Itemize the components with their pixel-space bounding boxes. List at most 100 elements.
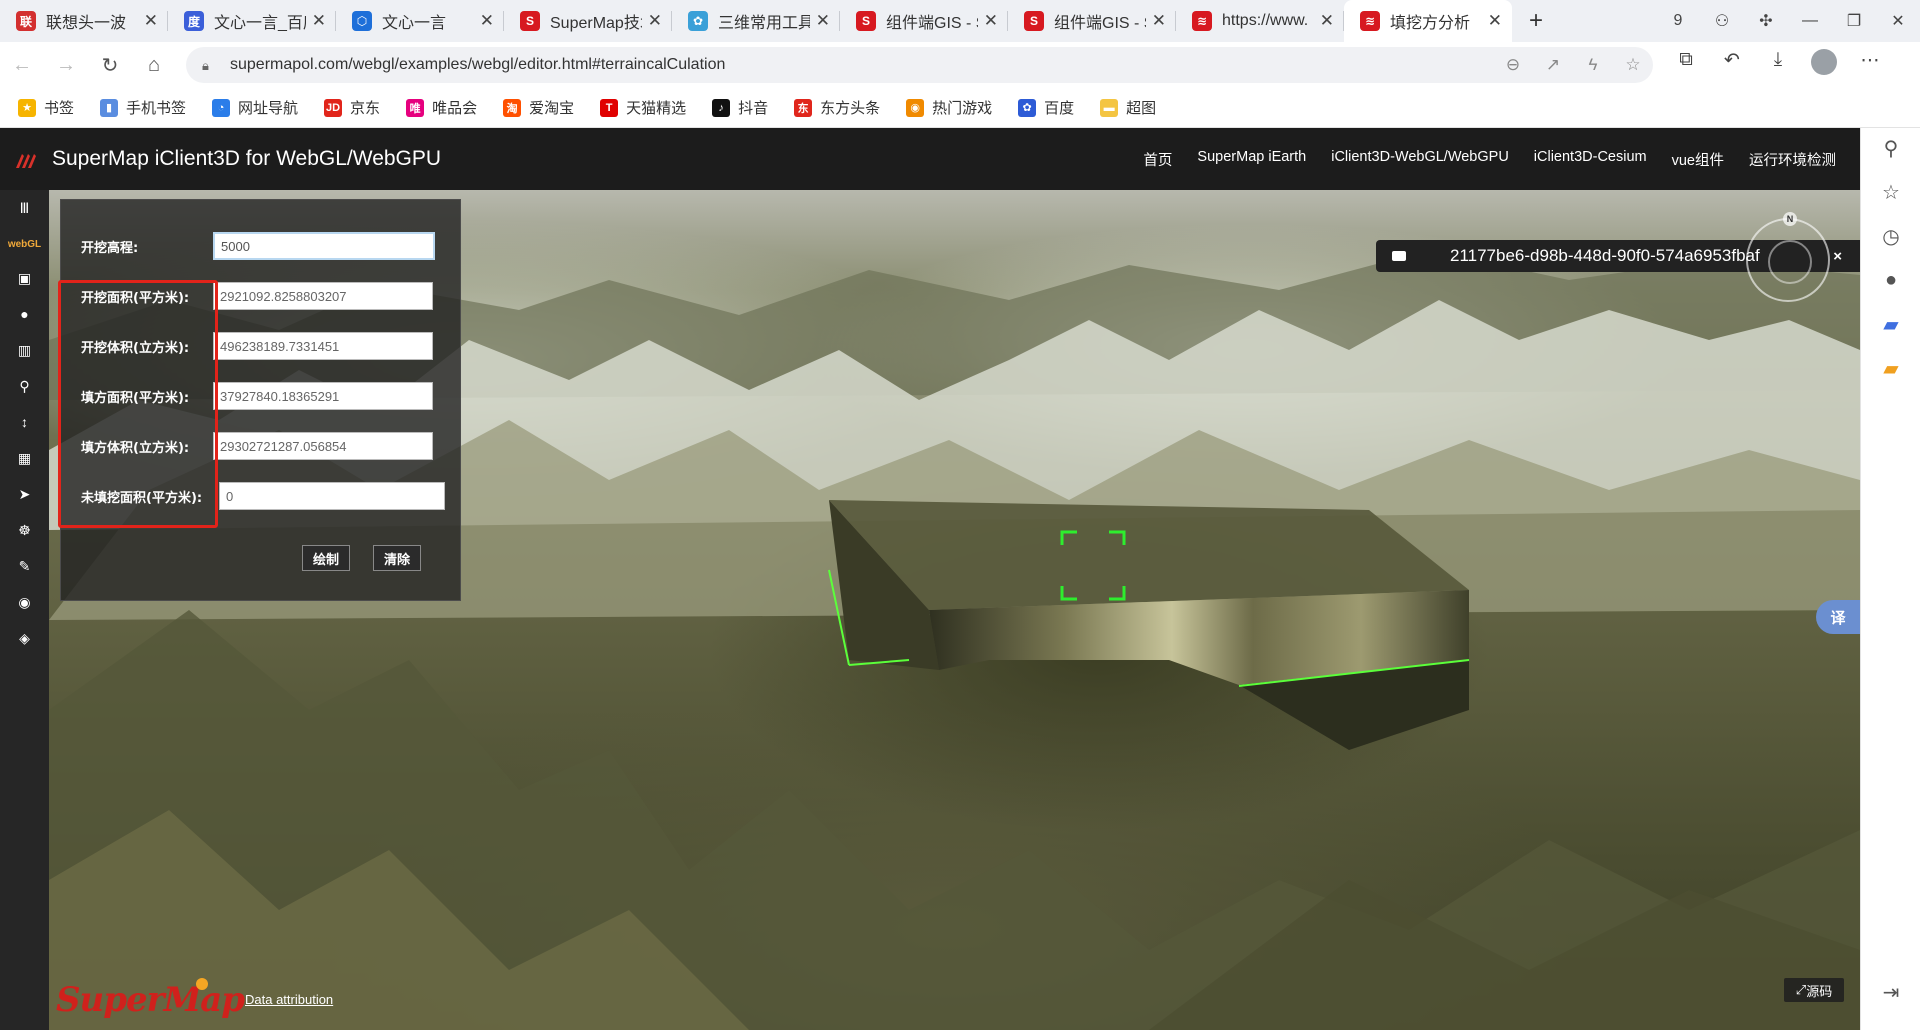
- browser-tab[interactable]: ⬡ 文心一言 ✕: [336, 0, 504, 42]
- browser-tab[interactable]: ≋ 填挖方分析 ✕: [1344, 0, 1512, 42]
- undo-history-icon[interactable]: ↶: [1709, 49, 1755, 81]
- tab-close-icon[interactable]: ✕: [1488, 11, 1502, 31]
- expand-icon: ⤢: [1795, 982, 1807, 997]
- bookmark-item[interactable]: ▮ 手机书签: [100, 97, 186, 118]
- browser-tab[interactable]: S 组件端GIS - S ✕: [1008, 0, 1176, 42]
- excavation-elevation-input[interactable]: [213, 232, 435, 260]
- excavation-volume-field[interactable]: [213, 332, 433, 360]
- tab-favicon-icon: ✿: [688, 11, 708, 31]
- data-attribution-link[interactable]: Data attribution: [245, 992, 333, 1007]
- refresh-icon[interactable]: ↻: [88, 53, 132, 78]
- nav-link[interactable]: SuperMap iEarth: [1197, 149, 1306, 170]
- more-menu-icon[interactable]: ⋯: [1847, 49, 1893, 81]
- globe-icon[interactable]: ●: [0, 300, 49, 328]
- zoom-icon[interactable]: ⊖: [1493, 55, 1533, 75]
- home-icon[interactable]: ⌂: [132, 54, 176, 77]
- tab-close-icon[interactable]: ✕: [144, 11, 158, 31]
- bookmark-item[interactable]: ◔ 网址导航: [212, 97, 298, 118]
- games-controller-icon[interactable]: ▰: [1875, 308, 1907, 340]
- tab-close-icon[interactable]: ✕: [648, 11, 662, 31]
- eye-icon[interactable]: ◉: [0, 588, 49, 616]
- search-icon[interactable]: ⚲: [1875, 132, 1907, 164]
- collapse-sidebar-icon[interactable]: ⇥: [1875, 976, 1907, 1008]
- bookmark-item[interactable]: ✿ 百度: [1018, 97, 1074, 118]
- search-icon[interactable]: ⚲: [0, 372, 49, 400]
- tab-title: 三维常用工具: [718, 15, 810, 32]
- bookmark-icon: ▮: [100, 98, 119, 117]
- tab-count-badge[interactable]: 9: [1656, 12, 1700, 30]
- tab-close-icon[interactable]: ✕: [1320, 11, 1334, 31]
- bookmark-item[interactable]: ▬ 超图: [1100, 97, 1156, 118]
- forward-icon[interactable]: →: [44, 54, 88, 77]
- layer-icon[interactable]: ▣: [0, 264, 49, 292]
- building-icon[interactable]: ▥: [0, 336, 49, 364]
- tab-close-icon[interactable]: ✕: [816, 11, 830, 31]
- cluster-icon[interactable]: ☸: [0, 516, 49, 544]
- close-icon[interactable]: ×: [1833, 248, 1842, 265]
- tab-title: 联想头一波: [46, 15, 127, 32]
- tab-close-icon[interactable]: ✕: [480, 11, 494, 31]
- bookmark-label: 网址导航: [238, 100, 299, 117]
- nav-link[interactable]: 运行环境检测: [1749, 149, 1836, 170]
- browser-tab[interactable]: 度文心一言_百度 ✕: [168, 0, 336, 42]
- restore-icon[interactable]: ❐: [1832, 11, 1876, 31]
- bookmark-label: 唯品会: [432, 100, 478, 117]
- profile-avatar[interactable]: [1801, 49, 1847, 81]
- compass-widget[interactable]: N: [1746, 212, 1830, 302]
- nav-link[interactable]: iClient3D-WebGL/WebGPU: [1331, 149, 1509, 170]
- unchanged-area-field[interactable]: [219, 482, 445, 510]
- bookmark-item[interactable]: 唯唯品会: [406, 97, 477, 118]
- fill-area-field[interactable]: [213, 382, 433, 410]
- browser-tab[interactable]: 联联想头一波 ✕: [0, 0, 168, 42]
- lightning-icon[interactable]: ϟ: [1573, 55, 1613, 75]
- assistant-icon[interactable]: ●: [1875, 264, 1907, 296]
- menu-toggle-icon[interactable]: Ⅲ: [0, 194, 49, 222]
- bookmark-item[interactable]: JD 京东: [324, 97, 380, 118]
- history-clock-icon[interactable]: ◷: [1875, 220, 1907, 252]
- share-icon[interactable]: ↗: [1533, 55, 1573, 75]
- cube-icon[interactable]: ◈: [0, 624, 49, 652]
- favorite-star-icon[interactable]: ☆: [1613, 55, 1653, 75]
- nav-link[interactable]: 首页: [1143, 149, 1172, 170]
- new-tab-button[interactable]: +: [1516, 0, 1556, 42]
- browser-tab[interactable]: ≋ https://www. ✕: [1176, 0, 1344, 42]
- draw-button[interactable]: 绘制: [302, 545, 351, 571]
- nav-link[interactable]: vue组件: [1672, 149, 1724, 170]
- toolbox-icon[interactable]: ▰: [1875, 352, 1907, 384]
- bookmark-item[interactable]: ◉ 热门游戏: [906, 97, 992, 118]
- incognito-icon[interactable]: ⚇: [1700, 11, 1744, 31]
- lock-icon: 🔒︎: [202, 58, 209, 73]
- fill-volume-field[interactable]: [213, 432, 433, 460]
- download-icon[interactable]: ⤓: [1755, 49, 1801, 81]
- tab-close-icon[interactable]: ✕: [984, 11, 998, 31]
- tab-favicon-icon: ≋: [1192, 11, 1212, 31]
- browser-tab[interactable]: ✿ 三维常用工具 ✕: [672, 0, 840, 42]
- back-icon[interactable]: ←: [0, 54, 44, 77]
- translate-button[interactable]: 译: [1816, 600, 1860, 634]
- source-code-button[interactable]: ⤢ 源码: [1784, 978, 1844, 1002]
- height-icon[interactable]: ↕: [0, 408, 49, 436]
- bookmark-item[interactable]: 东东方头条: [794, 97, 880, 118]
- url-field[interactable]: 🔒︎ supermapol.com/webgl/examples/webgl/e…: [186, 47, 1653, 83]
- clear-button[interactable]: 清除: [373, 545, 422, 571]
- collections-star-icon[interactable]: ☆: [1875, 176, 1907, 208]
- minimize-icon[interactable]: —: [1788, 12, 1832, 30]
- extension-puzzle-icon[interactable]: ✣: [1744, 11, 1788, 31]
- browser-tab[interactable]: S SuperMap技术 ✕: [504, 0, 672, 42]
- tab-close-icon[interactable]: ✕: [312, 11, 326, 31]
- window-close-icon[interactable]: ✕: [1876, 11, 1920, 31]
- browser-tab[interactable]: S 组件端GIS - S ✕: [840, 0, 1008, 42]
- plane-icon[interactable]: ➤: [0, 480, 49, 508]
- bookmark-label: 抖音: [738, 100, 769, 117]
- nav-link[interactable]: iClient3D-Cesium: [1534, 149, 1647, 170]
- bookmark-item[interactable]: 淘爱淘宝: [503, 97, 574, 118]
- extensions-icon[interactable]: ⧉: [1663, 49, 1709, 81]
- tab-close-icon[interactable]: ✕: [1152, 11, 1166, 31]
- browser-tab-strip: 联联想头一波 ✕ 度文心一言_百度 ✕ ⬡ 文心一言 ✕ S SuperMap技术 ✕ ✿ 三维常用工…: [0, 0, 1920, 42]
- edit-icon[interactable]: ✎: [0, 552, 49, 580]
- excavation-area-field[interactable]: [213, 282, 433, 310]
- bookmark-item[interactable]: ★ 书签: [18, 97, 74, 118]
- bookmark-item[interactable]: ♪ 抖音: [712, 97, 768, 118]
- map-icon[interactable]: ▦: [0, 444, 49, 472]
- bookmark-item[interactable]: T 天猫精选: [600, 97, 686, 118]
